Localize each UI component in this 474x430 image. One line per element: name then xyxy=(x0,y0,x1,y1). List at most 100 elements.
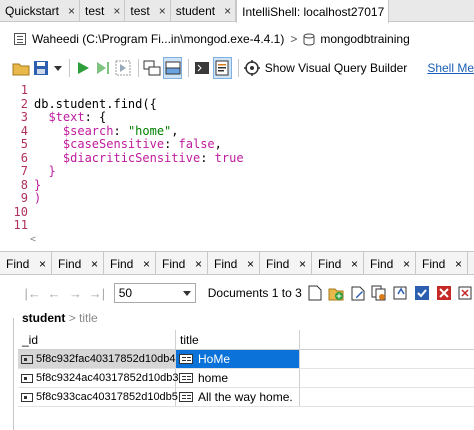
delete-document-icon[interactable] xyxy=(457,284,474,302)
show-visual-query-builder-button[interactable]: Show Visual Query Builder xyxy=(265,61,408,75)
result-tab-label: Find xyxy=(58,256,82,271)
result-tab[interactable]: Find × xyxy=(260,252,312,275)
shell-menu-link[interactable]: Shell Me xyxy=(427,61,474,75)
first-page-icon[interactable]: |← xyxy=(22,286,43,301)
previous-page-icon[interactable]: ← xyxy=(43,286,64,301)
table-row[interactable]: 5f8c9324ac40317852d10db3 home xyxy=(18,369,474,388)
close-result-tab-icon[interactable]: × xyxy=(351,257,358,271)
server-icon xyxy=(14,33,26,45)
column-header-title[interactable]: title xyxy=(176,330,300,349)
close-tab-icon[interactable]: × xyxy=(159,4,166,18)
objectid-icon xyxy=(21,392,33,402)
query-code-icon[interactable] xyxy=(213,57,232,79)
document-tab[interactable]: IntelliShell: localhost27017 xyxy=(236,0,390,23)
line-number: 11 xyxy=(13,218,28,232)
close-result-tab-icon[interactable]: × xyxy=(91,257,98,271)
result-tab[interactable]: Find × xyxy=(208,252,260,275)
close-result-tab-icon[interactable]: × xyxy=(247,257,254,271)
close-tab-icon[interactable]: × xyxy=(68,4,75,18)
results-table: _id title 5f8c932fac40317852d10db4 HoMe 5f… xyxy=(18,330,474,407)
run-selection-icon[interactable] xyxy=(114,57,132,79)
toolbar-divider xyxy=(68,59,70,77)
result-tab[interactable]: Find × xyxy=(0,252,52,275)
editor-horizontal-scrollbar[interactable]: < xyxy=(30,234,474,245)
export-document-icon[interactable] xyxy=(392,284,410,302)
close-result-tab-icon[interactable]: × xyxy=(299,257,306,271)
document-view-icon[interactable] xyxy=(306,284,324,302)
code-line: $search: "home", xyxy=(34,124,244,139)
add-document-icon[interactable] xyxy=(327,284,345,302)
output-layout-icon[interactable] xyxy=(143,57,161,79)
breadcrumb-collection[interactable]: student xyxy=(22,311,65,325)
code-line: } xyxy=(34,178,244,193)
close-tab-icon[interactable]: × xyxy=(224,4,231,18)
close-result-tab-icon[interactable]: × xyxy=(39,257,46,271)
code-line: $text: { xyxy=(34,110,244,125)
result-tab-label: Find xyxy=(214,256,238,271)
toolbar-divider xyxy=(237,59,239,77)
open-folder-button[interactable] xyxy=(12,57,30,79)
close-result-tab-icon[interactable]: × xyxy=(143,257,150,271)
last-page-icon[interactable]: →| xyxy=(86,286,107,301)
split-view-icon[interactable] xyxy=(163,57,182,79)
document-tab-bar: Quickstart × test × test × student × IntelliShel… xyxy=(0,0,474,23)
line-number: 8 xyxy=(20,177,28,192)
console-icon[interactable] xyxy=(193,57,211,79)
tab-label: IntelliShell: localhost27017 xyxy=(242,4,385,19)
result-tab[interactable]: Find × xyxy=(156,252,208,275)
code-token: , xyxy=(214,137,222,151)
run-to-cursor-icon[interactable] xyxy=(94,57,112,79)
page-size-select[interactable]: 50 xyxy=(113,283,196,303)
result-tab[interactable]: Find × xyxy=(416,252,468,275)
result-tab[interactable]: Find × xyxy=(312,252,364,275)
code-area[interactable]: db.student.find({ $text: { $search: "hom… xyxy=(34,84,244,233)
result-tab-label: Find xyxy=(318,256,342,271)
toolbar-divider xyxy=(187,59,189,77)
result-tab[interactable]: Find × xyxy=(52,252,104,275)
close-result-tab-icon[interactable]: × xyxy=(455,257,462,271)
line-number-gutter: 1 2 3 4 5 6 7 8 9 10 11 xyxy=(0,83,30,233)
document-tab[interactable]: Quickstart × xyxy=(0,0,81,22)
id-cell[interactable]: 5f8c933cac40317852d10db5 xyxy=(18,388,178,406)
title-cell[interactable]: home xyxy=(176,369,300,387)
query-editor[interactable]: 1 2 3 4 5 6 7 8 9 10 11 db.student.find({ $text: {… xyxy=(0,83,474,245)
document-tab[interactable]: test × xyxy=(80,0,126,22)
result-tab[interactable]: Find × xyxy=(364,252,416,275)
document-tab[interactable]: test × xyxy=(125,0,171,22)
breadcrumb-separator: > xyxy=(68,311,76,325)
results-toolbar: |← ← → →| 50 Documents 1 to 3 xyxy=(0,281,474,305)
table-body: 5f8c932fac40317852d10db4 HoMe 5f8c9324ac40… xyxy=(18,350,474,407)
visual-query-builder-icon[interactable] xyxy=(243,57,261,79)
document-tab[interactable]: student × xyxy=(171,0,237,22)
discard-changes-icon[interactable] xyxy=(435,284,453,302)
result-tab[interactable]: Find × xyxy=(104,252,156,275)
title-cell[interactable]: HoMe xyxy=(176,350,300,368)
table-row[interactable]: 5f8c933cac40317852d10db5 All the way home… xyxy=(18,388,474,407)
next-page-icon[interactable]: → xyxy=(65,286,86,301)
tab-label: Quickstart xyxy=(5,4,60,18)
edit-document-icon[interactable] xyxy=(349,284,367,302)
save-button[interactable] xyxy=(32,57,50,79)
save-changes-icon[interactable] xyxy=(413,284,431,302)
close-result-tab-icon[interactable]: × xyxy=(195,257,202,271)
id-cell[interactable]: 5f8c932fac40317852d10db4 xyxy=(18,350,176,368)
tab-label: test xyxy=(85,4,105,18)
connection-database[interactable]: mongodbtraining xyxy=(320,32,409,46)
id-cell[interactable]: 5f8c9324ac40317852d10db3 xyxy=(18,369,179,387)
close-result-tab-icon[interactable]: × xyxy=(403,257,410,271)
shell-toolbar: Show Visual Query Builder Shell Me xyxy=(0,55,474,81)
connection-server[interactable]: Waheedi (C:\Program Fi...in\mongod.exe-4… xyxy=(32,32,284,46)
clone-document-icon[interactable] xyxy=(370,284,388,302)
close-tab-icon[interactable]: × xyxy=(113,4,120,18)
result-breadcrumb: student > title xyxy=(22,311,98,325)
run-icon[interactable] xyxy=(73,57,91,79)
panel-border xyxy=(13,318,14,430)
column-header-id[interactable]: _id xyxy=(18,330,176,349)
title-cell[interactable]: All the way home. xyxy=(176,388,300,406)
save-dropdown-icon[interactable] xyxy=(53,57,63,79)
objectid-icon xyxy=(21,373,33,383)
result-tab-label: Find xyxy=(6,256,30,271)
table-row[interactable]: 5f8c932fac40317852d10db4 HoMe xyxy=(18,350,474,369)
